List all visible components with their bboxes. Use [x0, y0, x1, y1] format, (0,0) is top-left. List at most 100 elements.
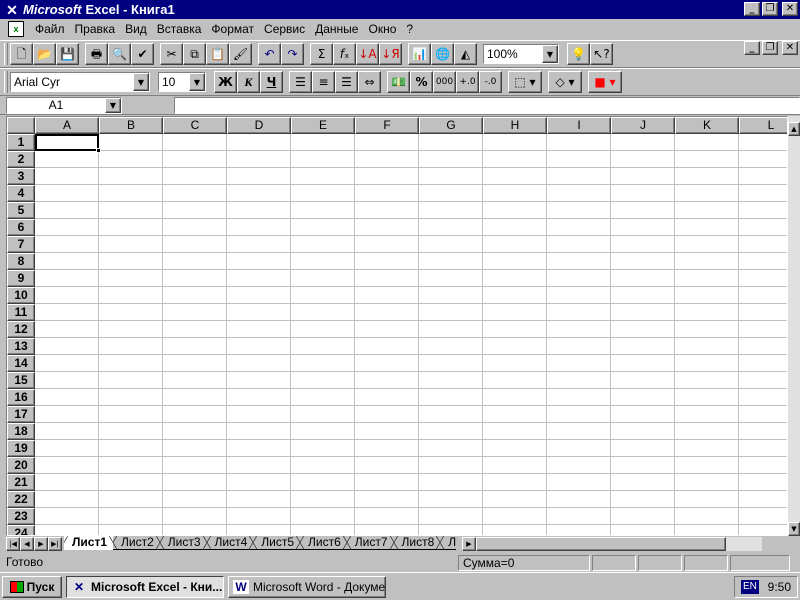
font-color-icon[interactable]: ■ ▾	[588, 71, 622, 93]
row-header[interactable]: 12	[7, 321, 35, 338]
function-wizard-icon[interactable]: fₓ	[333, 43, 356, 65]
font-select[interactable]: Arial Cyr ▼	[10, 72, 150, 92]
chevron-down-icon[interactable]: ▼	[105, 97, 121, 113]
horizontal-scrollbar[interactable]: ◀ ▶	[462, 537, 762, 551]
chevron-down-icon[interactable]: ▼	[133, 73, 149, 91]
percent-button[interactable]: %	[410, 71, 433, 93]
task-excel[interactable]: ✕ Microsoft Excel - Кни...	[66, 575, 224, 598]
row-header[interactable]: 19	[7, 440, 35, 457]
row-header[interactable]: 3	[7, 168, 35, 185]
drawing-icon[interactable]: ◭	[454, 43, 477, 65]
fill-handle[interactable]	[96, 148, 101, 153]
bold-button[interactable]: Ж	[214, 71, 237, 93]
sheet-tab[interactable]: Лист4	[202, 536, 258, 550]
menu-data[interactable]: Данные	[310, 22, 363, 36]
column-header[interactable]: D	[227, 117, 291, 134]
borders-icon[interactable]: ⬚ ▾	[508, 71, 542, 93]
row-header[interactable]: 21	[7, 474, 35, 491]
align-right-icon[interactable]: ☰	[335, 71, 358, 93]
row-header[interactable]: 9	[7, 270, 35, 287]
column-header[interactable]: J	[611, 117, 675, 134]
currency-icon[interactable]: 💵	[387, 71, 410, 93]
row-header[interactable]: 7	[7, 236, 35, 253]
column-header[interactable]: C	[163, 117, 227, 134]
decrease-decimal-icon[interactable]: -.0	[479, 71, 502, 93]
scroll-right-icon[interactable]: ▶	[462, 537, 476, 551]
row-header[interactable]: 10	[7, 287, 35, 304]
row-header[interactable]: 17	[7, 406, 35, 423]
menu-window[interactable]: Окно	[363, 22, 401, 36]
paste-icon[interactable]: 📋	[206, 43, 229, 65]
open-icon[interactable]: 📂	[33, 43, 56, 65]
row-header[interactable]: 20	[7, 457, 35, 474]
first-sheet-icon[interactable]: |◀	[6, 537, 20, 551]
italic-button[interactable]: К	[237, 71, 260, 93]
prev-sheet-icon[interactable]: ◀	[20, 537, 34, 551]
sheet-tab[interactable]: Лист8	[389, 536, 445, 550]
row-header[interactable]: 22	[7, 491, 35, 508]
zoom-select[interactable]: 100% ▼	[483, 44, 559, 64]
sheet-tab[interactable]: Лист1	[64, 536, 118, 550]
row-header[interactable]: 15	[7, 372, 35, 389]
scroll-thumb[interactable]	[476, 537, 726, 551]
chart-wizard-icon[interactable]: 📊	[408, 43, 431, 65]
menu-view[interactable]: Вид	[120, 22, 152, 36]
title-bar[interactable]: ✕ Microsoft Excel - Книга1 _ ❐ ✕	[0, 0, 800, 19]
select-all-button[interactable]	[7, 117, 35, 134]
row-header[interactable]: 5	[7, 202, 35, 219]
print-icon[interactable]: 🖶	[85, 43, 108, 65]
help-pointer-icon[interactable]: ↖?	[590, 43, 613, 65]
toolbar-grip[interactable]	[4, 43, 8, 65]
autosum-icon[interactable]: Σ	[310, 43, 333, 65]
row-header[interactable]: 18	[7, 423, 35, 440]
row-header[interactable]: 16	[7, 389, 35, 406]
fill-color-icon[interactable]: ◇ ▾	[548, 71, 582, 93]
minimize-icon[interactable]: _	[744, 2, 760, 16]
increase-decimal-icon[interactable]: +.0	[456, 71, 479, 93]
column-header[interactable]: I	[547, 117, 611, 134]
menu-format[interactable]: Формат	[206, 22, 259, 36]
chevron-down-icon[interactable]: ▼	[542, 45, 558, 63]
sort-descending-icon[interactable]: ↓Я	[379, 43, 402, 65]
next-sheet-icon[interactable]: ▶	[34, 537, 48, 551]
save-icon[interactable]: 💾	[56, 43, 79, 65]
close-icon[interactable]: ✕	[782, 2, 798, 16]
redo-icon[interactable]: ↷	[281, 43, 304, 65]
cut-icon[interactable]: ✂	[160, 43, 183, 65]
print-preview-icon[interactable]: 🔍	[108, 43, 131, 65]
tipwizard-icon[interactable]: 💡	[567, 43, 590, 65]
task-word[interactable]: W Microsoft Word - Докумен...	[228, 575, 386, 598]
row-header[interactable]: 2	[7, 151, 35, 168]
map-icon[interactable]: 🌐	[431, 43, 454, 65]
toolbar-grip[interactable]	[4, 71, 8, 93]
column-header[interactable]: L	[739, 117, 787, 134]
restore-icon[interactable]: ❐	[762, 2, 778, 16]
column-header[interactable]: E	[291, 117, 355, 134]
column-header[interactable]: B	[99, 117, 163, 134]
merge-center-icon[interactable]: ⇔	[358, 71, 381, 93]
row-header[interactable]: 14	[7, 355, 35, 372]
start-button[interactable]: Пуск	[2, 575, 62, 598]
align-left-icon[interactable]: ☰	[289, 71, 312, 93]
column-header[interactable]: A	[35, 117, 99, 134]
sheet-tab[interactable]: Лист5	[249, 536, 304, 550]
scroll-up-icon[interactable]: ▲	[788, 122, 800, 136]
sort-ascending-icon[interactable]: ↓A	[356, 43, 379, 65]
row-header[interactable]: 23	[7, 508, 35, 525]
column-header[interactable]: K	[675, 117, 739, 134]
menu-tools[interactable]: Сервис	[259, 22, 310, 36]
font-size-select[interactable]: 10 ▼	[158, 72, 206, 92]
copy-icon[interactable]: ⧉	[183, 43, 206, 65]
row-header[interactable]: 24	[7, 525, 35, 535]
undo-icon[interactable]: ↶	[258, 43, 281, 65]
row-header[interactable]: 6	[7, 219, 35, 236]
column-header[interactable]: F	[355, 117, 419, 134]
chevron-down-icon[interactable]: ▼	[189, 73, 205, 91]
formula-input[interactable]	[174, 96, 800, 114]
sheet-tab[interactable]: Лист7	[342, 536, 398, 550]
active-cell-a1[interactable]	[35, 134, 99, 151]
row-header[interactable]: 4	[7, 185, 35, 202]
row-header[interactable]: 8	[7, 253, 35, 270]
name-box[interactable]: A1 ▼	[6, 96, 122, 114]
new-icon[interactable]: 🗋	[10, 43, 33, 65]
